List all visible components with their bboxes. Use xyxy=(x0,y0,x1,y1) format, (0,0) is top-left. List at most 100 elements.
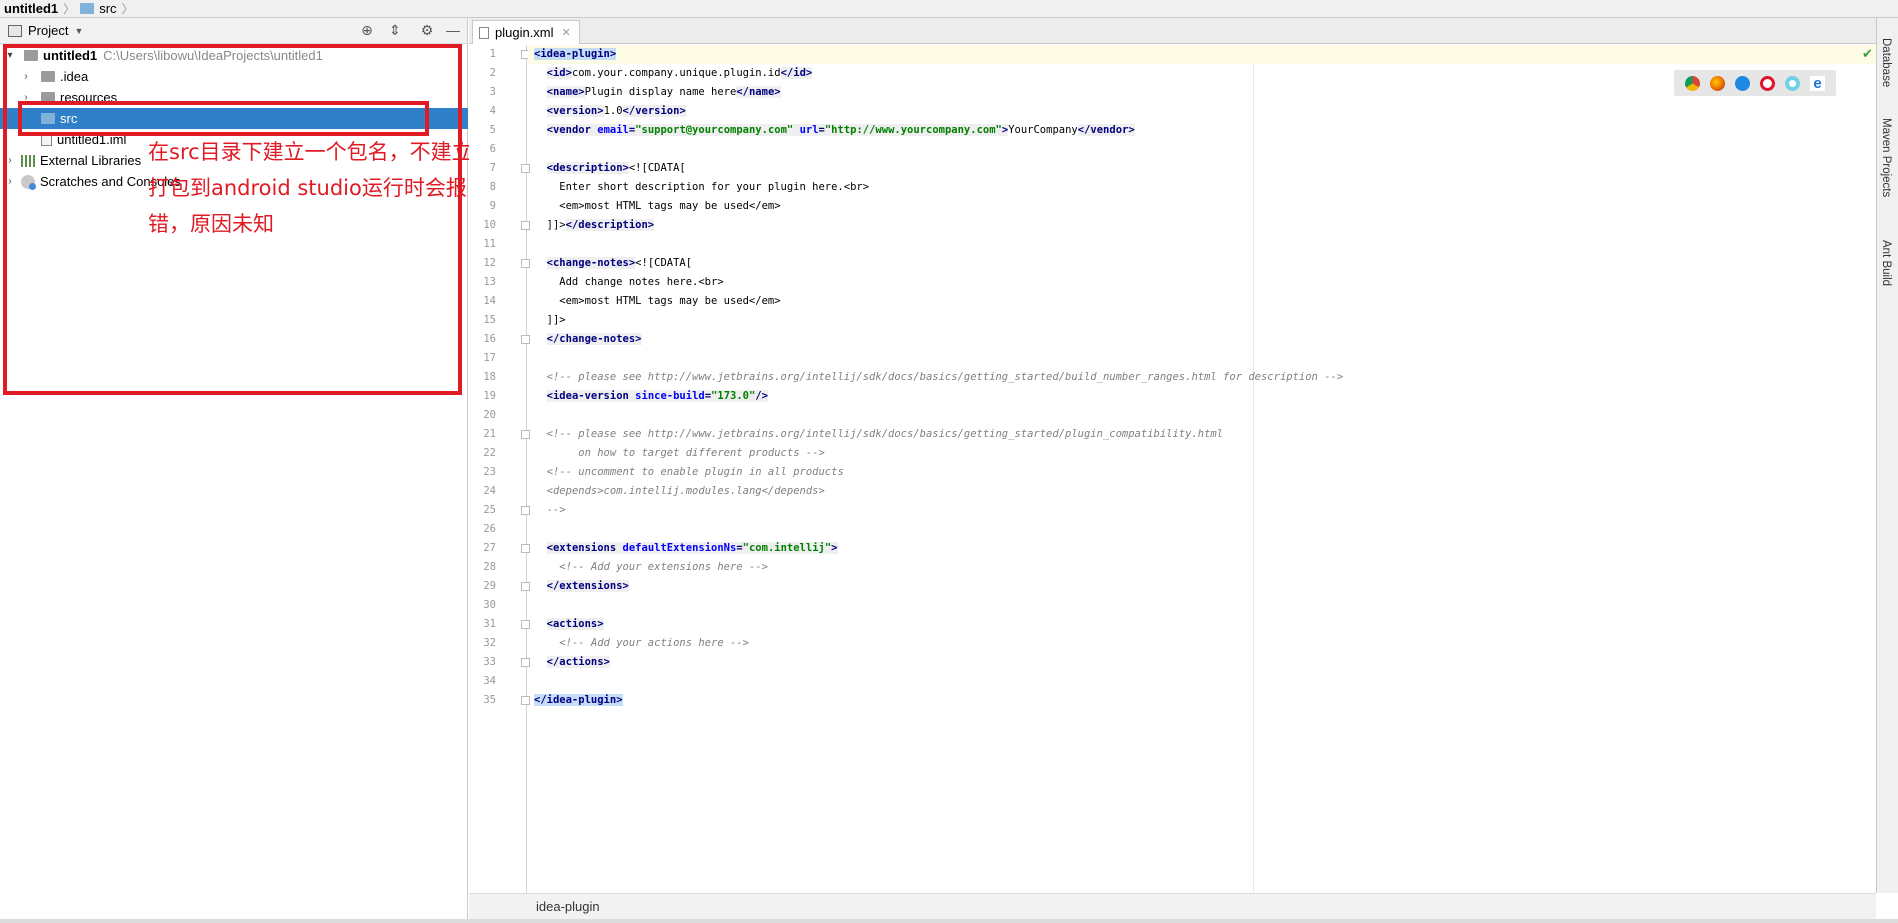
code-line: <em>most HTML tags may be used</em> xyxy=(534,200,781,212)
collapse-all-icon[interactable]: ⇕ xyxy=(386,22,404,39)
scratches-icon xyxy=(21,174,36,190)
code-line: <!-- uncomment to enable plugin in all p… xyxy=(546,466,844,478)
line-number: 21 xyxy=(483,428,496,440)
chevron-down-icon[interactable]: ▾ xyxy=(4,50,16,61)
tree-item-label: .idea xyxy=(60,69,89,84)
code-line: <!-- please see http://www.jetbrains.org… xyxy=(546,371,1344,383)
libraries-icon xyxy=(21,154,35,167)
code-line: <!-- Add your actions here --> xyxy=(546,637,749,649)
line-number: 27 xyxy=(483,542,496,554)
code-line: <depends>com.intellij.modules.lang</depe… xyxy=(546,485,825,497)
code-line: <!-- Add your extensions here --> xyxy=(546,561,768,573)
line-number: 32 xyxy=(483,637,496,649)
edge-icon[interactable]: e xyxy=(1810,75,1825,91)
caret-line-highlight xyxy=(528,45,1876,64)
tree-item-root[interactable]: ▾ untitled1 C:\Users\libowu\IdeaProjects… xyxy=(0,45,468,66)
line-number: 3 xyxy=(489,86,496,98)
tree-item-resources[interactable]: › resources xyxy=(0,87,468,108)
chevron-down-icon[interactable]: ▼ xyxy=(74,26,83,36)
code-line: <extensions defaultExtensionNs="com.inte… xyxy=(546,542,838,554)
line-number: 2 xyxy=(489,67,496,79)
module-folder-icon xyxy=(24,50,38,61)
breadcrumb-project[interactable]: untitled1 xyxy=(4,1,58,16)
line-number: 15 xyxy=(483,314,496,326)
folder-icon xyxy=(80,3,95,14)
folder-icon xyxy=(41,71,55,82)
code-line: <description><![CDATA[ xyxy=(546,162,686,174)
code-line: --> xyxy=(546,504,566,516)
tree-root-path: C:\Users\libowu\IdeaProjects\untitled1 xyxy=(103,48,323,63)
project-icon xyxy=(8,24,22,37)
line-number: 4 xyxy=(489,105,496,117)
firefox-icon[interactable] xyxy=(1710,75,1725,91)
source-folder-icon xyxy=(41,113,55,124)
code-line: <em>most HTML tags may be used</em> xyxy=(534,295,781,307)
chrome-icon[interactable] xyxy=(1685,75,1700,91)
project-panel-title[interactable]: Project xyxy=(28,23,68,38)
breadcrumb-folder[interactable]: src xyxy=(80,1,117,16)
code-line: <name>Plugin display name here</name> xyxy=(546,86,781,98)
line-number: 18 xyxy=(483,371,496,383)
code-editor[interactable]: <idea-plugin> <id>com.your.company.uniqu… xyxy=(528,45,1876,893)
chevron-right-icon[interactable]: › xyxy=(20,71,32,82)
tree-item-idea[interactable]: › .idea xyxy=(0,66,468,87)
database-tab[interactable]: Database xyxy=(1880,38,1892,87)
tree-item-label: resources xyxy=(60,90,118,105)
gear-icon[interactable]: ⚙ xyxy=(418,22,436,39)
line-number: 19 xyxy=(483,390,496,402)
ant-build-tab[interactable]: Ant Build xyxy=(1880,240,1892,286)
line-number: 34 xyxy=(483,675,496,687)
code-line: <change-notes><![CDATA[ xyxy=(546,257,693,269)
line-number: 11 xyxy=(483,238,496,250)
line-number: 8 xyxy=(489,181,496,193)
status-path[interactable]: idea-plugin xyxy=(536,899,600,914)
safari-icon[interactable] xyxy=(1735,75,1750,91)
ie-icon[interactable] xyxy=(1785,75,1800,91)
line-number: 25 xyxy=(483,504,496,516)
code-line: Add change notes here.<br> xyxy=(534,276,724,288)
module-file-icon xyxy=(41,133,52,146)
close-icon[interactable]: ✕ xyxy=(562,26,571,39)
line-number: 16 xyxy=(483,333,496,345)
project-panel-header: Project ▼ ⊕ ⇕ ⚙ — xyxy=(0,18,467,44)
line-number: 35 xyxy=(483,694,496,706)
check-icon: ✔ xyxy=(1862,46,1873,61)
tree-item-src[interactable]: src xyxy=(0,108,468,129)
editor-breadcrumb-status: idea-plugin xyxy=(469,893,1876,919)
line-number: 12 xyxy=(483,257,496,269)
code-line: ]]></description> xyxy=(534,219,655,231)
line-number: 31 xyxy=(483,618,496,630)
line-number: 33 xyxy=(483,656,496,668)
tab-plugin-xml[interactable]: plugin.xml ✕ xyxy=(472,20,580,44)
editor-gutter: 1 2 3 4 5 6 7 8 9 10 11 12 13 14 15 16 17 18 19 20 21 22 23 24 2… xyxy=(469,45,530,893)
line-number: 28 xyxy=(483,561,496,573)
maven-projects-tab[interactable]: Maven Projects xyxy=(1880,118,1892,197)
opera-icon[interactable] xyxy=(1760,75,1775,91)
code-line: <actions> xyxy=(546,618,604,630)
tab-label: plugin.xml xyxy=(495,25,554,40)
hide-icon[interactable]: — xyxy=(444,22,462,38)
right-tool-strip: Database Maven Projects Ant Build xyxy=(1876,18,1898,893)
line-number: 26 xyxy=(483,523,496,535)
locate-icon[interactable]: ⊕ xyxy=(358,22,376,39)
breadcrumb: untitled1 〉 src 〉 xyxy=(0,0,1898,18)
line-number: 6 xyxy=(489,143,496,155)
code-line: <!-- please see http://www.jetbrains.org… xyxy=(546,428,1224,440)
line-number: 5 xyxy=(489,124,496,136)
tree-root-label: untitled1 xyxy=(43,48,98,63)
tree-item-label: External Libraries xyxy=(40,153,142,168)
chevron-right-icon[interactable]: › xyxy=(4,176,16,187)
chevron-right-icon[interactable]: › xyxy=(20,92,32,103)
chevron-right-icon[interactable]: › xyxy=(4,155,16,166)
code-line: </idea-plugin> xyxy=(534,694,623,706)
line-number: 23 xyxy=(483,466,496,478)
line-number: 30 xyxy=(483,599,496,611)
code-line: <vendor email="support@yourcompany.com" … xyxy=(546,124,1135,136)
code-line: ]]> xyxy=(534,314,566,326)
editor-tab-bar: plugin.xml ✕ xyxy=(469,18,1876,44)
xml-file-icon xyxy=(479,26,489,39)
line-number: 7 xyxy=(489,162,496,174)
annotation-note: 在src目录下建立一个包名，不建立打包到android studio运行时会报错… xyxy=(148,140,473,236)
code-line: <idea-version since-build="173.0"/> xyxy=(546,390,768,402)
tree-item-label: untitled1.iml xyxy=(57,132,127,147)
